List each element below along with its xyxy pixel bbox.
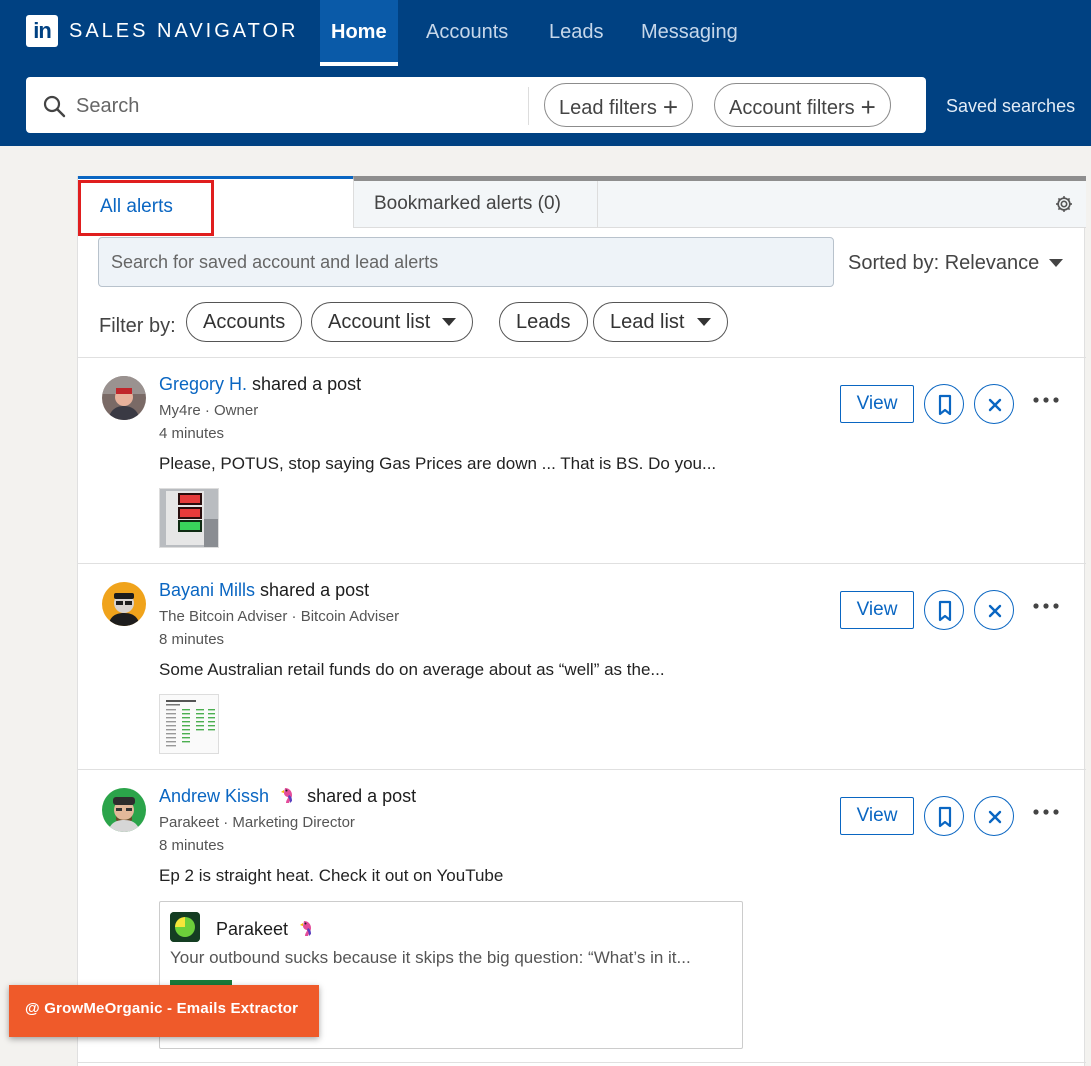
lead-name-link[interactable]: Gregory H. [159, 374, 247, 394]
caret-down-icon [696, 318, 711, 326]
parrot-emoji-icon [300, 921, 312, 936]
search-box: Lead filters+ Account filters+ [26, 77, 926, 133]
global-search-bar: Lead filters+ Account filters+ Saved sea… [0, 66, 1091, 146]
saved-searches-link[interactable]: Saved searches [946, 96, 1075, 117]
avatar[interactable] [102, 788, 146, 832]
sort-label: Sorted by: Relevance [848, 252, 1040, 274]
alert-subtitle: The Bitcoin Adviser · Bitcoin Adviser [159, 608, 400, 625]
plus-icon: + [860, 92, 876, 122]
bookmark-icon [938, 394, 952, 416]
search-separator [528, 87, 529, 125]
alert-item: Gregory H. shared a post My4re · Owner 4… [78, 358, 1086, 563]
table-image-icon [160, 695, 218, 753]
gear-icon[interactable] [1054, 194, 1074, 214]
gas-sign-image-icon [160, 489, 218, 547]
avatar-photo-icon [102, 582, 146, 626]
filter-chip-label: Accounts [203, 311, 286, 333]
tab-all-alerts-label[interactable]: All alerts [78, 180, 214, 236]
alert-subtitle: Parakeet · Marketing Director [159, 814, 355, 831]
more-options-icon[interactable] [1032, 390, 1060, 410]
caret-down-icon [1049, 259, 1064, 267]
filter-chip-label: Leads [516, 311, 571, 333]
more-options-icon[interactable] [1032, 802, 1060, 822]
linkedin-logo[interactable]: in [26, 15, 58, 47]
search-icon [43, 95, 66, 118]
alert-title: Gregory H. shared a post [159, 374, 361, 395]
company-name-text: Parakeet [216, 919, 289, 939]
close-icon [988, 398, 1002, 412]
caret-down-icon [442, 318, 457, 326]
post-thumbnail[interactable] [159, 488, 219, 548]
alerts-card: All alerts Bookmarked alerts (0) Sorted … [77, 176, 1086, 1066]
alert-text[interactable]: Please, POTUS, stop saying Gas Prices ar… [159, 454, 716, 474]
bookmark-icon [938, 806, 952, 828]
alert-time: 8 minutes [159, 837, 225, 854]
post-thumbnail[interactable] [159, 694, 219, 754]
view-button[interactable]: View [840, 591, 914, 629]
view-button[interactable]: View [840, 797, 914, 835]
filter-chip-account-list[interactable]: Account list [311, 302, 474, 342]
avatar[interactable] [102, 376, 146, 420]
lead-filters-button[interactable]: Lead filters + [544, 83, 694, 127]
tab-all-alerts[interactable]: All alerts [78, 176, 353, 236]
alert-text[interactable]: Some Australian retail funds do on avera… [159, 660, 665, 680]
dismiss-button[interactable] [974, 590, 1014, 630]
tab-bookmarked-area: Bookmarked alerts (0) [353, 176, 1086, 228]
embed-text: Your outbound sucks because it skips the… [170, 948, 691, 967]
account-filters-label: Account filters [729, 97, 855, 119]
view-button[interactable]: View [840, 385, 914, 423]
nav-tab-leads[interactable]: Leads [538, 0, 615, 66]
parakeet-logo-icon [170, 912, 200, 942]
alert-tabs: All alerts Bookmarked alerts (0) [78, 176, 1086, 236]
dismiss-button[interactable] [974, 384, 1014, 424]
filter-label: Filter by: [99, 315, 176, 337]
plus-icon: + [662, 92, 679, 122]
alert-title: Bayani Mills shared a post [159, 580, 369, 601]
bookmark-icon [938, 600, 952, 622]
lead-name-link[interactable]: Bayani Mills [159, 580, 255, 600]
bookmark-button[interactable] [924, 590, 964, 630]
nav-tab-accounts[interactable]: Accounts [415, 0, 519, 66]
filter-chip-accounts[interactable]: Accounts [186, 302, 303, 342]
more-options-icon[interactable] [1032, 596, 1060, 616]
alert-search-input[interactable] [98, 237, 834, 287]
alert-action: shared a post [260, 580, 370, 600]
divider [78, 1062, 1086, 1063]
alert-item: Bayani Mills shared a post The Bitcoin A… [78, 564, 1086, 769]
parrot-emoji-icon [281, 788, 293, 803]
alert-title: Andrew Kissh shared a post [159, 786, 416, 807]
filter-chip-lead-list[interactable]: Lead list [593, 302, 728, 342]
company-logo [170, 912, 200, 942]
company-name: Parakeet [216, 919, 321, 940]
tab-bookmarked-alerts[interactable]: Bookmarked alerts (0) [354, 181, 598, 227]
alert-subtitle: My4re · Owner [159, 402, 259, 419]
top-navigation: in SALES NAVIGATOR Home Accounts Leads M… [0, 0, 1091, 66]
lead-filters-label: Lead filters [559, 97, 657, 119]
alert-text[interactable]: Ep 2 is straight heat. Check it out on Y… [159, 866, 503, 886]
avatar-photo-icon [102, 376, 146, 420]
dismiss-button[interactable] [974, 796, 1014, 836]
avatar[interactable] [102, 582, 146, 626]
sort-dropdown[interactable]: Sorted by: Relevance [848, 252, 1064, 275]
account-filters-button[interactable]: Account filters + [714, 83, 891, 127]
close-icon [988, 604, 1002, 618]
lead-name-link[interactable]: Andrew Kissh [159, 786, 269, 806]
brand-title: SALES NAVIGATOR [69, 20, 299, 42]
close-icon [988, 810, 1002, 824]
filter-chip-label: Lead list [610, 311, 685, 333]
nav-tab-messaging[interactable]: Messaging [630, 0, 749, 66]
alert-time: 4 minutes [159, 425, 225, 442]
filter-chip-leads[interactable]: Leads [499, 302, 588, 342]
search-input[interactable] [76, 89, 516, 123]
avatar-photo-icon [102, 788, 146, 832]
alert-action: shared a post [307, 786, 417, 806]
bookmark-button[interactable] [924, 796, 964, 836]
alert-action: shared a post [252, 374, 362, 394]
growmeorganic-extractor-button[interactable]: @ GrowMeOrganic - Emails Extractor [9, 985, 319, 1037]
filter-chip-label: Account list [328, 311, 431, 333]
alert-time: 8 minutes [159, 631, 225, 648]
nav-tab-home[interactable]: Home [320, 0, 398, 66]
bookmark-button[interactable] [924, 384, 964, 424]
